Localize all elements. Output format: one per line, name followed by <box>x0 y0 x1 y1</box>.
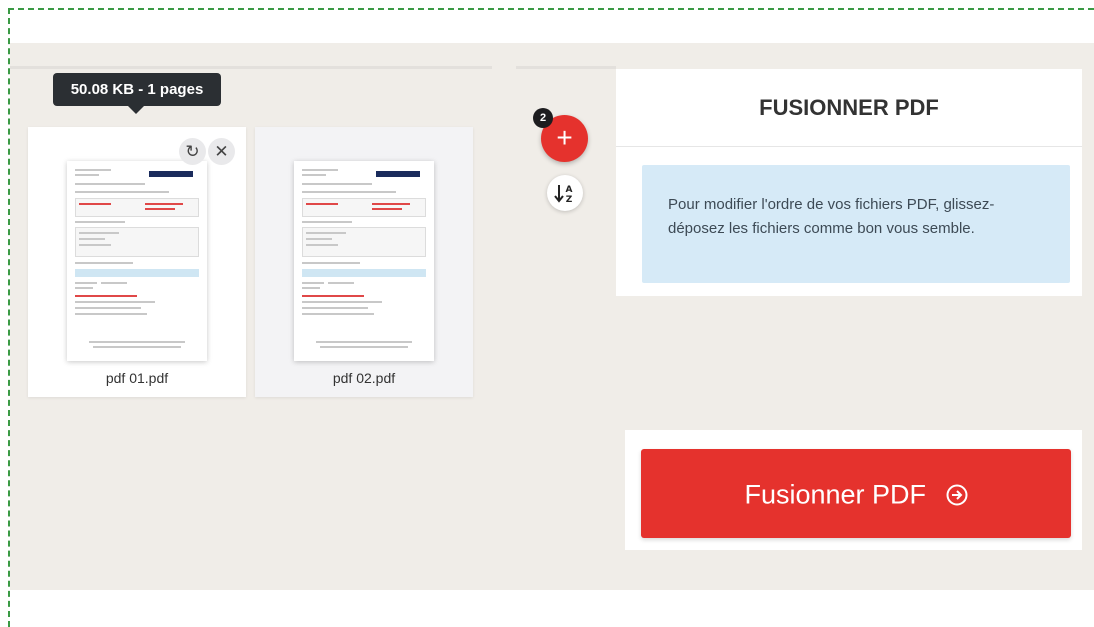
file-name: pdf 02.pdf <box>332 370 396 386</box>
logo-image <box>149 171 193 177</box>
file-card[interactable]: pdf 02.pdf <box>255 127 473 397</box>
pdf-thumbnail <box>67 161 207 361</box>
divider <box>10 66 492 69</box>
table-header <box>302 269 426 277</box>
sort-az-button[interactable]: A Z <box>547 175 583 211</box>
table-header <box>75 269 199 277</box>
sort-az-icon: A Z <box>554 185 573 205</box>
file-name: pdf 01.pdf <box>105 370 169 386</box>
remove-button[interactable]: ✕ <box>208 138 235 165</box>
rotate-button[interactable]: ↻ <box>179 138 206 165</box>
file-size-tooltip: 50.08 KB - 1 pages <box>53 73 221 106</box>
merge-pdf-button[interactable]: Fusionner PDF <box>641 449 1071 538</box>
arrow-circle-right-icon <box>946 484 968 506</box>
tooltip-arrow <box>128 106 144 114</box>
divider <box>516 66 616 69</box>
close-icon: ✕ <box>214 142 229 161</box>
plus-icon: + <box>556 122 573 153</box>
logo-image <box>376 171 420 177</box>
rotate-icon: ↻ <box>185 142 200 161</box>
frame-border-top <box>8 8 1094 10</box>
info-message: Pour modifier l'ordre de vos fichiers PD… <box>642 165 1070 283</box>
file-card[interactable]: ↻ ✕ pdf 01.pdf <box>28 127 246 397</box>
file-count-badge: 2 <box>533 108 553 128</box>
svg-text:A: A <box>566 185 573 195</box>
sidebar-title: FUSIONNER PDF <box>616 69 1082 147</box>
svg-text:Z: Z <box>566 195 573 205</box>
merge-button-label: Fusionner PDF <box>744 479 927 510</box>
pdf-thumbnail <box>294 161 434 361</box>
